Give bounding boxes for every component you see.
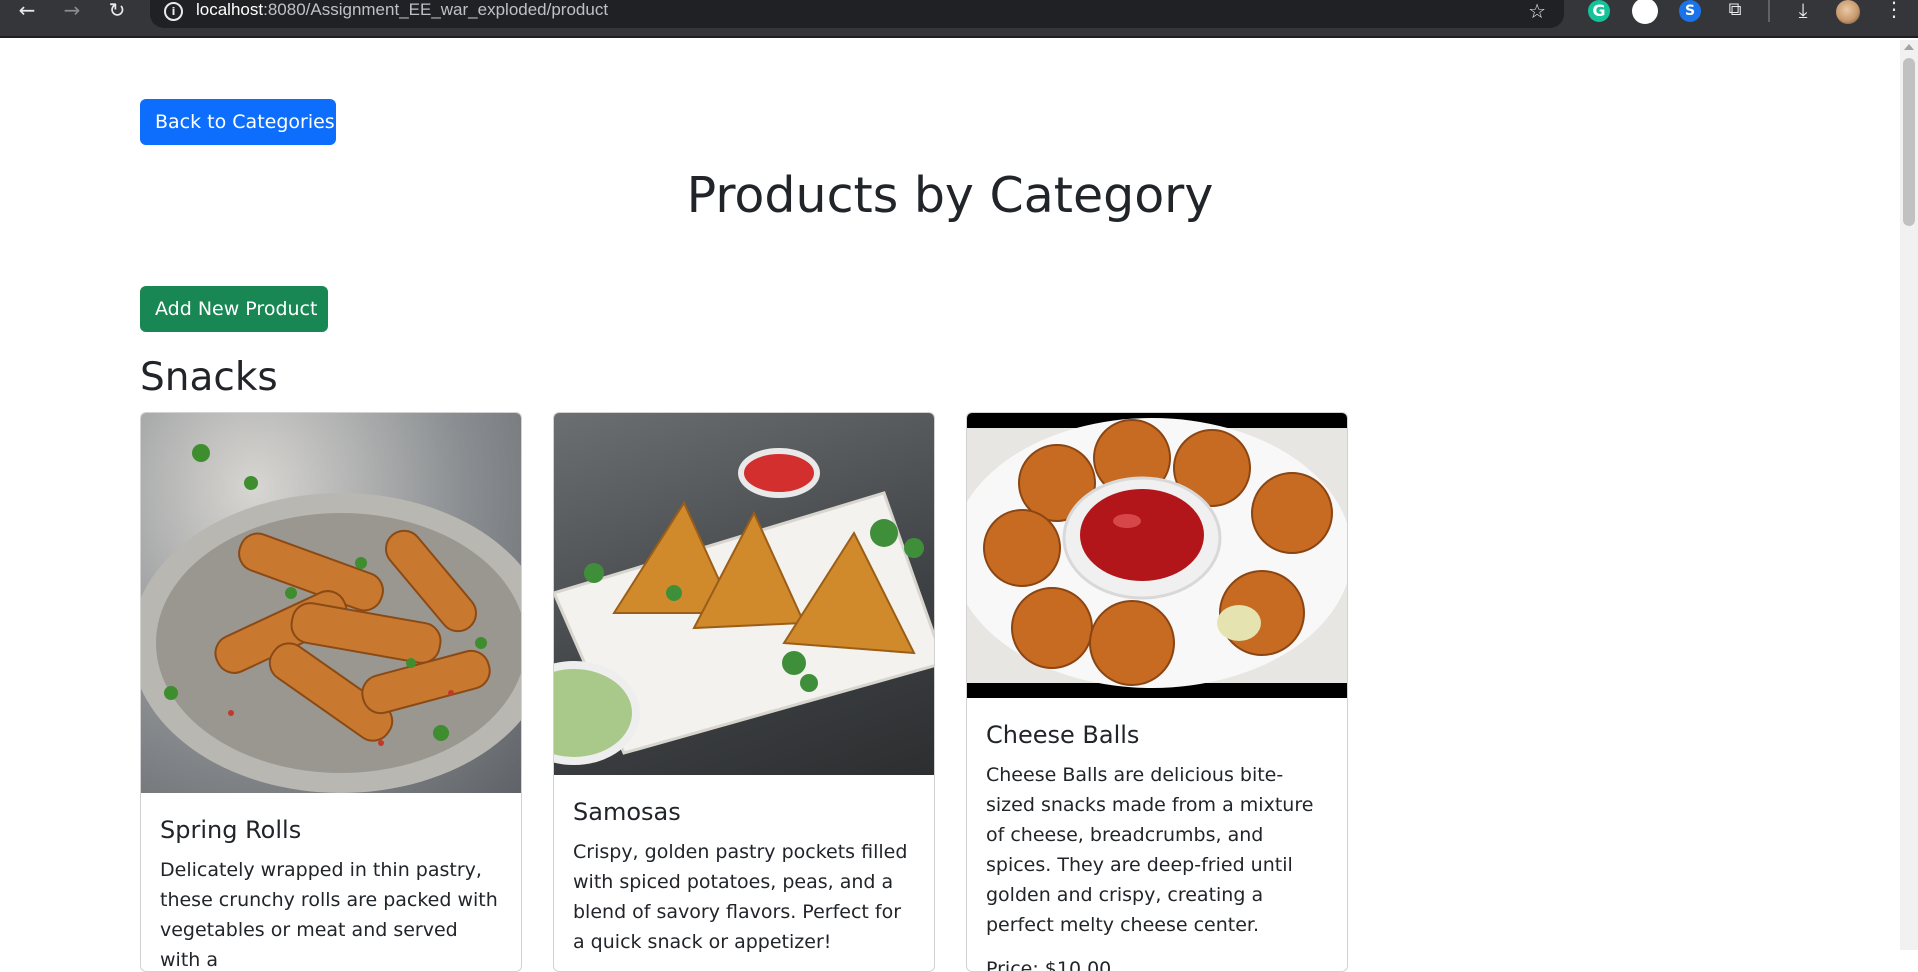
toolbar-divider	[1768, 0, 1770, 22]
product-image	[967, 413, 1347, 698]
extension-circle-icon[interactable]	[1632, 0, 1658, 24]
browser-toolbar: ← → ↻ i localhost:8080/Assignment_EE_war…	[0, 0, 1918, 38]
shazam-extension-icon[interactable]: S	[1679, 0, 1701, 22]
profile-avatar[interactable]	[1836, 0, 1860, 24]
site-info-icon[interactable]: i	[164, 2, 183, 21]
product-description: Crispy, golden pastry pockets filled wit…	[573, 841, 908, 953]
product-name: Cheese Balls	[986, 721, 1140, 749]
product-name: Samosas	[573, 798, 681, 826]
forward-arrow-icon[interactable]: →	[57, 0, 87, 22]
category-heading: Snacks	[140, 355, 278, 400]
product-name: Spring Rolls	[160, 816, 302, 844]
page-title: Products by Category	[686, 167, 1214, 224]
scroll-up-arrow-icon[interactable]	[1904, 44, 1914, 50]
vertical-scrollbar[interactable]	[1900, 40, 1918, 950]
url-host: localhost	[196, 0, 264, 19]
kebab-menu-icon[interactable]: ⋮	[1884, 0, 1904, 22]
product-description: Delicately wrapped in thin pastry, these…	[160, 859, 498, 971]
grammarly-extension-icon[interactable]: G	[1588, 0, 1610, 22]
product-price: Price: $10.00	[986, 958, 1112, 972]
url-path: :8080/Assignment_EE_war_exploded/product	[263, 0, 609, 19]
product-card: Cheese Balls Cheese Balls are delicious …	[966, 412, 1348, 972]
bookmark-star-icon[interactable]: ☆	[1528, 0, 1546, 23]
extensions-puzzle-icon[interactable]: ⧉	[1724, 0, 1746, 22]
product-image	[554, 413, 934, 775]
product-description: Cheese Balls are delicious bite-sized sn…	[986, 764, 1314, 936]
product-card: Spring Rolls Delicately wrapped in thin …	[140, 412, 522, 972]
scrollbar-thumb[interactable]	[1903, 58, 1915, 226]
back-to-categories-button[interactable]: Back to Categories	[140, 99, 336, 145]
back-arrow-icon[interactable]: ←	[12, 0, 42, 22]
address-bar[interactable]: i localhost:8080/Assignment_EE_war_explo…	[150, 0, 1564, 28]
product-image	[141, 413, 521, 793]
add-new-product-button[interactable]: Add New Product	[140, 286, 328, 332]
product-card: Samosas Crispy, golden pastry pockets fi…	[553, 412, 935, 972]
download-icon[interactable]: ⤓	[1791, 0, 1815, 22]
reload-icon[interactable]: ↻	[102, 0, 132, 22]
url-text[interactable]: localhost:8080/Assignment_EE_war_explode…	[196, 0, 608, 20]
